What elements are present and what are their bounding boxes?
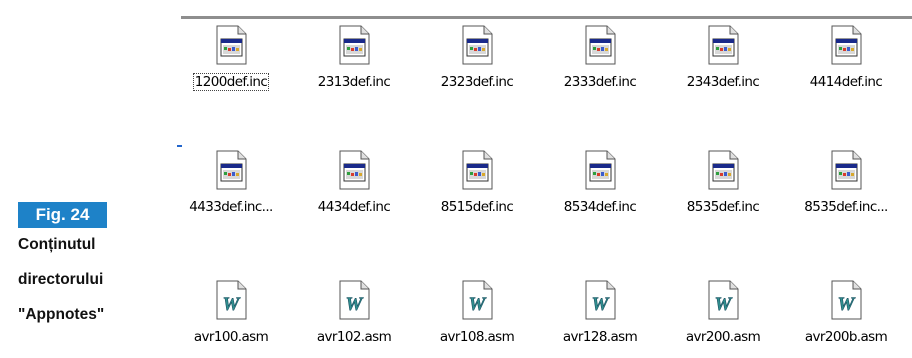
inc-file-icon <box>708 25 739 65</box>
wordpad-document-icon: W <box>831 280 862 320</box>
inc-file-icon <box>339 150 370 190</box>
svg-text:W: W <box>346 294 364 315</box>
svg-text:W: W <box>592 294 610 315</box>
file-item[interactable]: 2333def.inc <box>536 25 664 95</box>
file-item[interactable]: W avr102.asm <box>290 280 418 350</box>
file-item[interactable]: 2313def.inc <box>290 25 418 95</box>
file-name-label: 1200def.inc <box>192 73 270 91</box>
file-name-label: 8535def.inc... <box>804 199 888 215</box>
file-item[interactable]: W avr200b.asm <box>782 280 910 350</box>
file-name-label: avr100.asm <box>193 329 269 345</box>
file-item[interactable]: 8535def.inc <box>659 150 787 220</box>
inc-file-icon <box>708 150 739 190</box>
inc-file-icon <box>831 25 862 65</box>
file-item[interactable]: 1200def.inc <box>167 25 295 95</box>
wordpad-document-icon: W <box>462 280 493 320</box>
caption-line-1: Conținutul <box>18 236 96 253</box>
file-name-label: 8515def.inc <box>440 199 514 215</box>
file-item[interactable]: 8534def.inc <box>536 150 664 220</box>
svg-text:W: W <box>469 294 487 315</box>
file-item[interactable]: W avr128.asm <box>536 280 664 350</box>
file-name-label: 4434def.inc <box>317 199 391 215</box>
inc-file-icon <box>585 25 616 65</box>
wordpad-document-icon: W <box>585 280 616 320</box>
file-name-label: avr102.asm <box>316 329 392 345</box>
file-item[interactable]: 8515def.inc <box>413 150 541 220</box>
file-name-label: avr200.asm <box>685 329 761 345</box>
caption-line-2: directorului <box>18 271 104 288</box>
file-name-label: avr128.asm <box>562 329 638 345</box>
file-item[interactable]: 2343def.inc <box>659 25 787 95</box>
file-name-label: 4414def.inc <box>809 74 883 90</box>
inc-file-icon <box>831 150 862 190</box>
selection-marker <box>177 145 182 147</box>
file-item[interactable]: 4414def.inc <box>782 25 910 95</box>
inc-file-icon <box>339 25 370 65</box>
inc-file-icon <box>462 25 493 65</box>
file-item[interactable]: W avr108.asm <box>413 280 541 350</box>
figure-number-badge: Fig. 24 <box>18 202 107 228</box>
file-name-label: 4433def.inc... <box>189 199 273 215</box>
file-name-label: 2313def.inc <box>317 74 391 90</box>
wordpad-document-icon: W <box>216 280 247 320</box>
file-item[interactable]: 2323def.inc <box>413 25 541 95</box>
file-name-label: 2343def.inc <box>686 74 760 90</box>
file-name-label: 8535def.inc <box>686 199 760 215</box>
inc-file-icon <box>585 150 616 190</box>
inc-file-icon <box>216 150 247 190</box>
file-name-label: 2323def.inc <box>440 74 514 90</box>
inc-file-icon <box>216 25 247 65</box>
file-name-label: avr200b.asm <box>804 329 888 345</box>
wordpad-document-icon: W <box>339 280 370 320</box>
file-item[interactable]: 4434def.inc <box>290 150 418 220</box>
file-name-label: 8534def.inc <box>563 199 637 215</box>
file-item[interactable]: 8535def.inc... <box>782 150 910 220</box>
caption-line-3: "Appnotes" <box>18 306 105 323</box>
file-name-label: avr108.asm <box>439 329 515 345</box>
file-item[interactable]: W avr200.asm <box>659 280 787 350</box>
svg-text:W: W <box>715 294 733 315</box>
file-name-label: 2333def.inc <box>563 74 637 90</box>
wordpad-document-icon: W <box>708 280 739 320</box>
file-item[interactable]: W avr100.asm <box>167 280 295 350</box>
svg-text:W: W <box>838 294 856 315</box>
file-item[interactable]: 4433def.inc... <box>167 150 295 220</box>
svg-text:W: W <box>223 294 241 315</box>
inc-file-icon <box>462 150 493 190</box>
